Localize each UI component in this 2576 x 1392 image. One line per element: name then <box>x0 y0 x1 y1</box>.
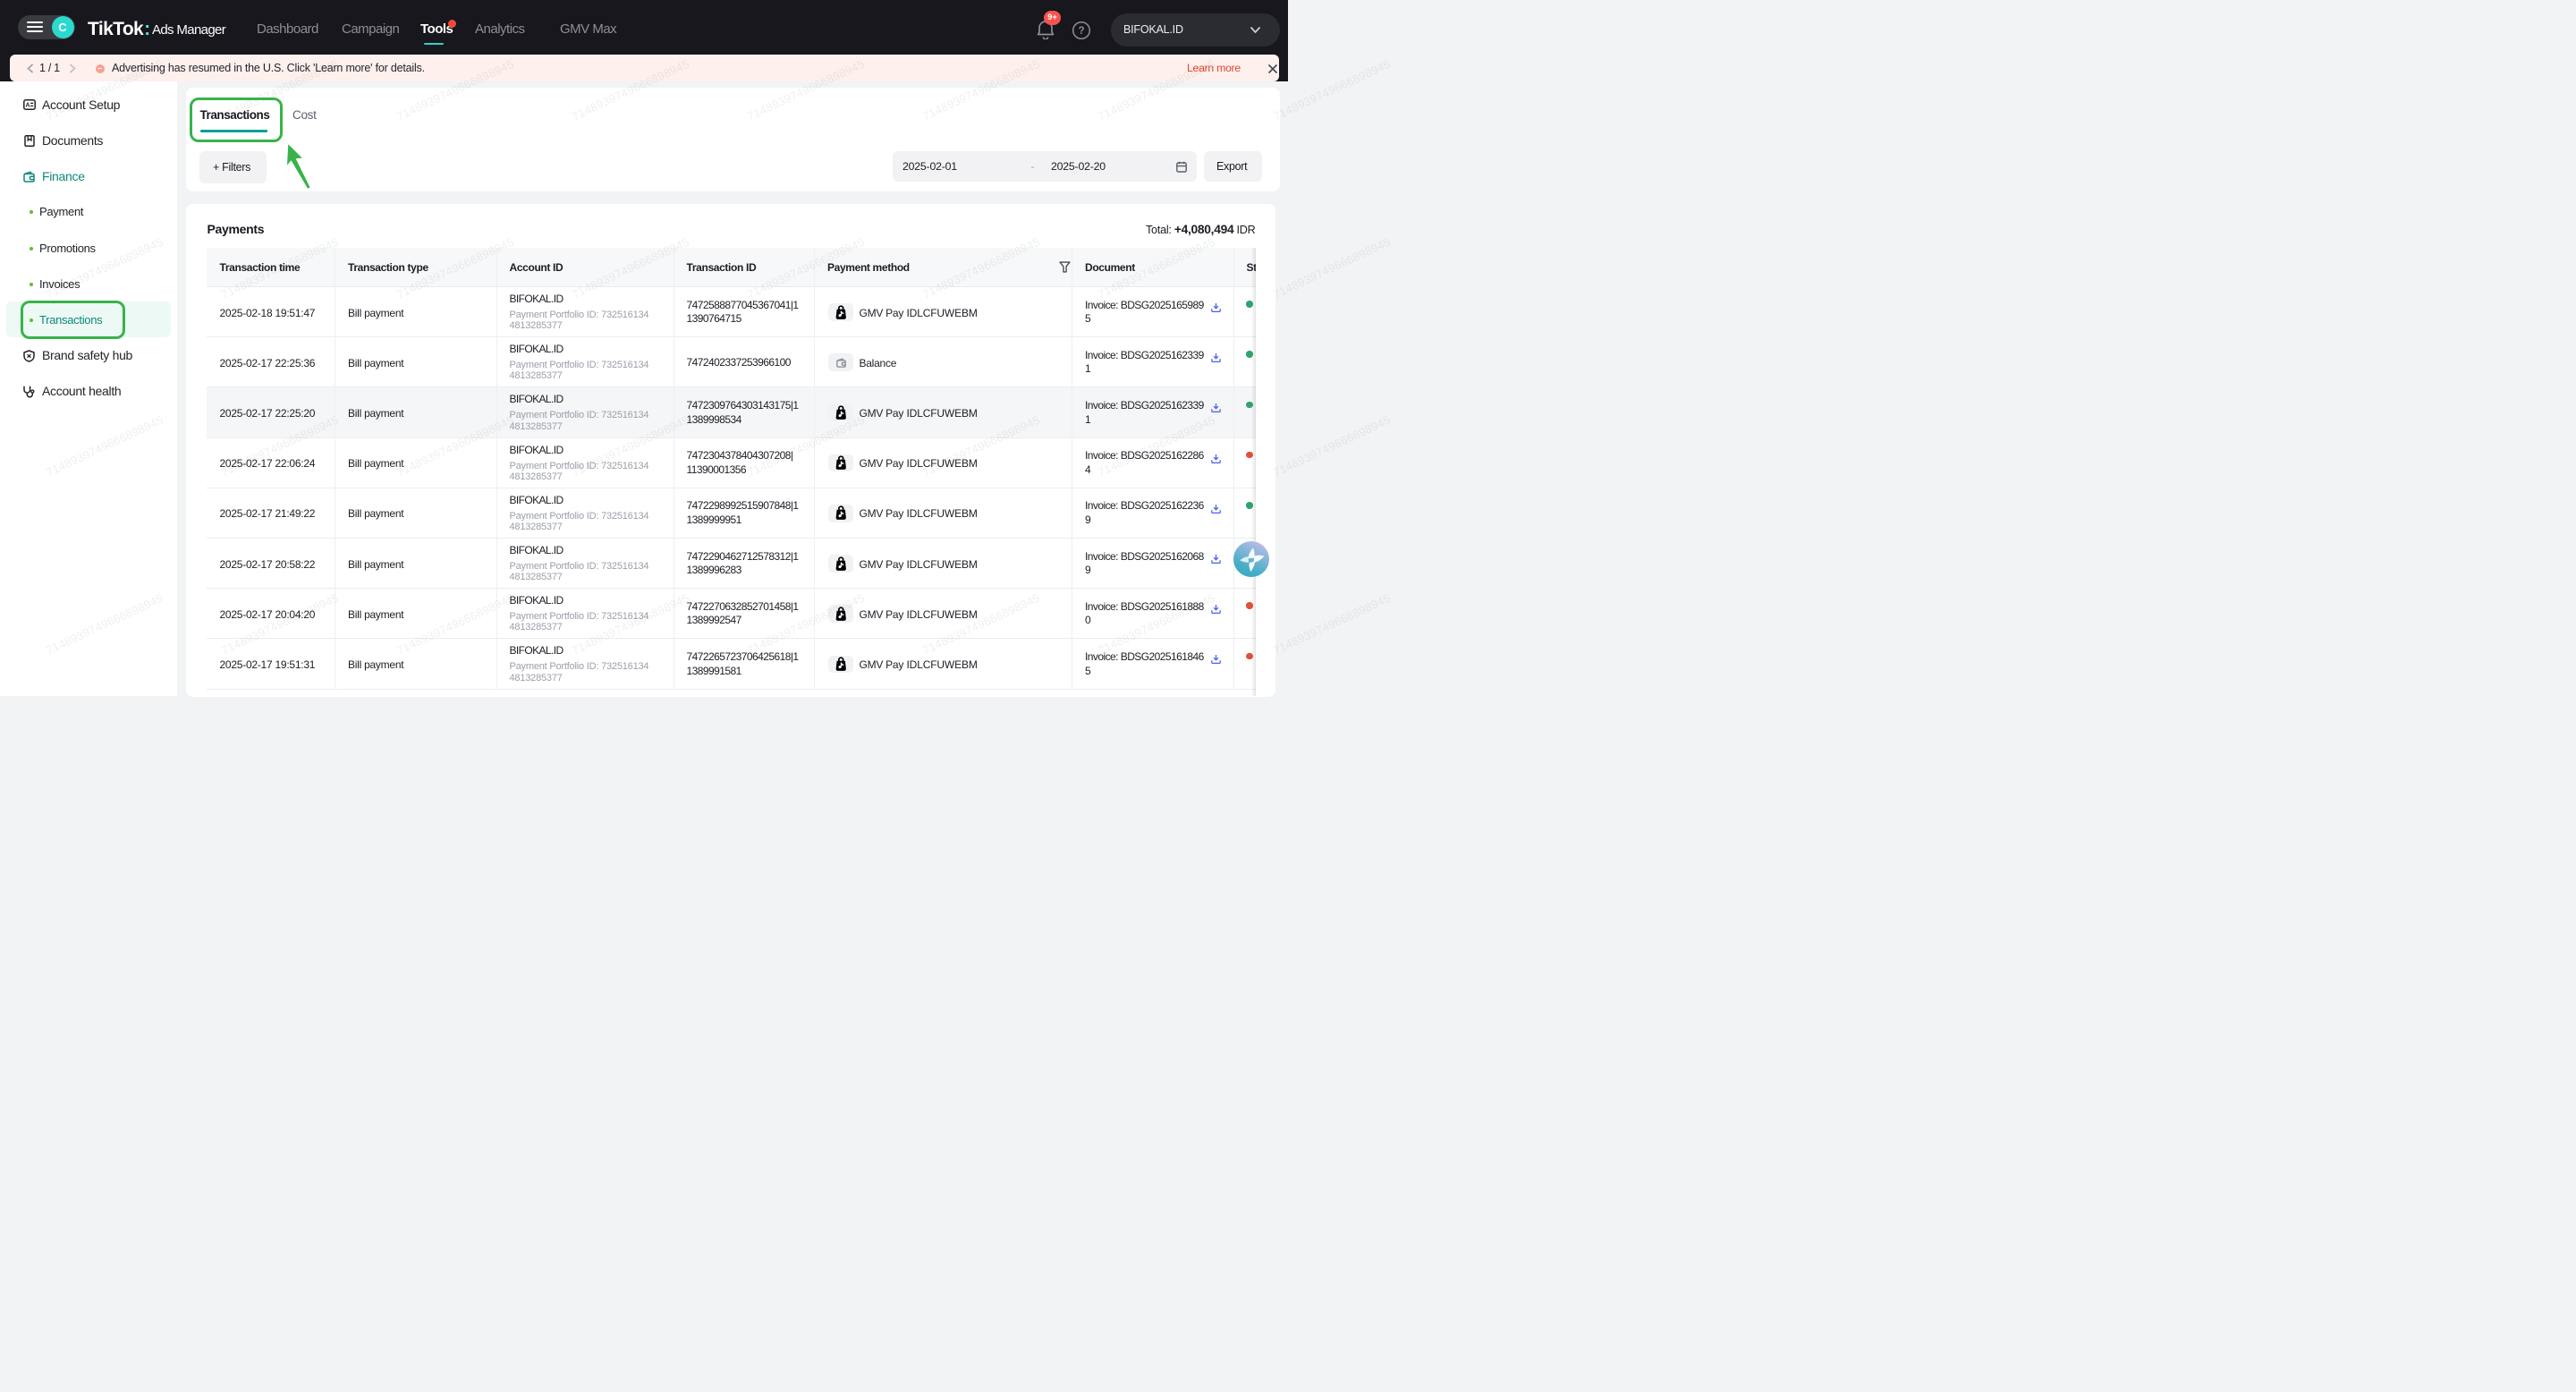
svg-text:A: A <box>25 102 30 108</box>
svg-text:?: ? <box>1078 26 1084 37</box>
